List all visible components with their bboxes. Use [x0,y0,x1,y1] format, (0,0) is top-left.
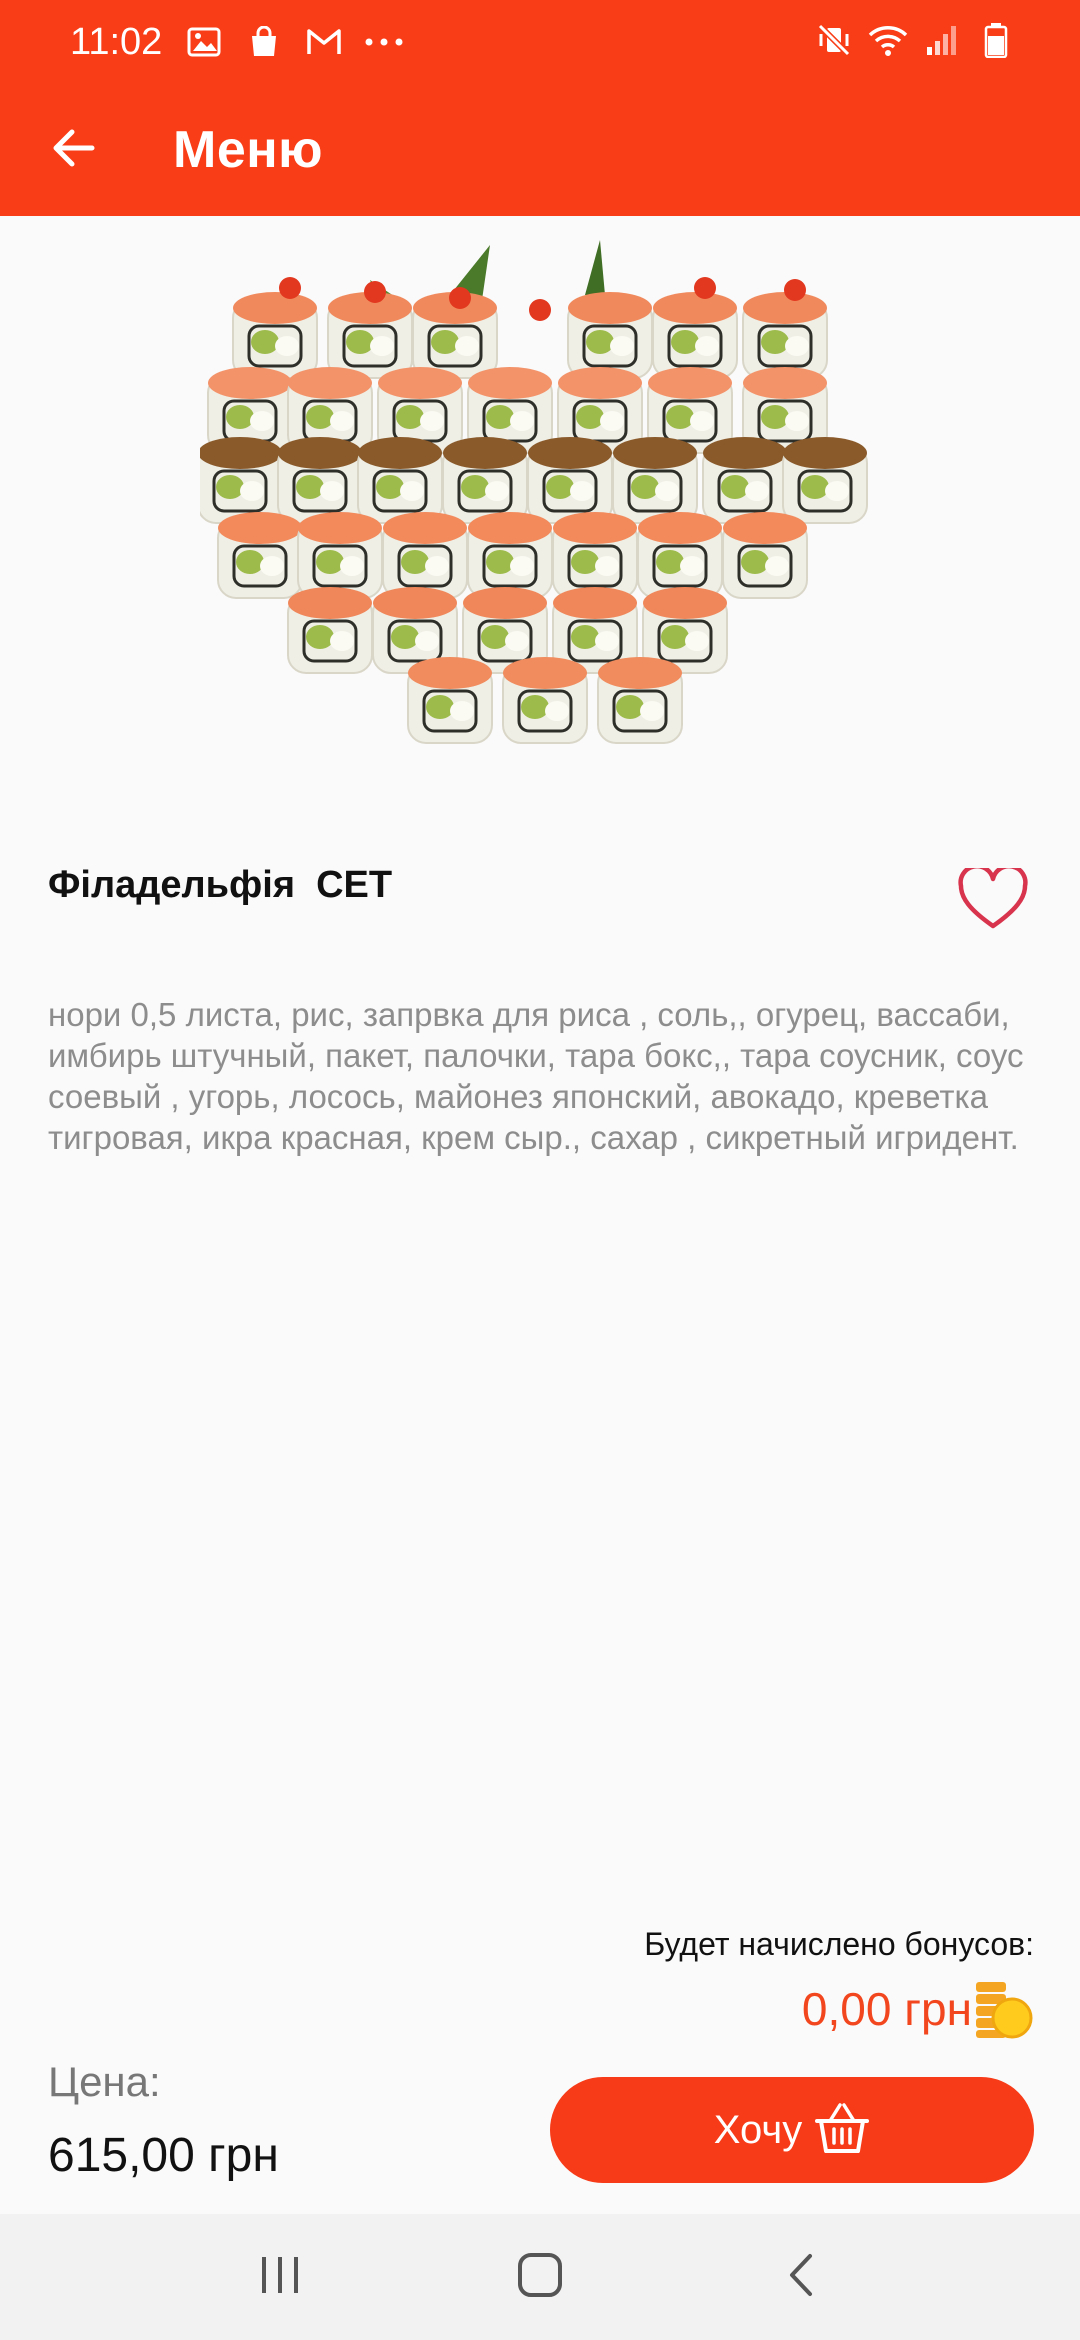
basket-icon [814,2101,870,2160]
home-button[interactable] [495,2232,585,2322]
sushi-roll [612,437,698,524]
caviar-topping [784,279,806,301]
sushi-roll [527,437,613,524]
sushi-roll [567,292,653,379]
sushi-roll [197,437,283,524]
caviar-topping [364,281,386,303]
sushi-roll [637,512,723,599]
signal-icon [922,20,962,60]
caviar-topping [694,277,716,299]
back-button[interactable] [32,108,116,192]
sushi-roll [217,512,303,599]
page-title: Меню [173,121,324,179]
sushi-roll [742,292,828,379]
back-icon [786,2252,814,2303]
status-time: 11:02 [70,20,163,63]
arrow-left-icon [52,128,96,173]
app-bar: Меню [0,84,1080,216]
product-description: нори 0,5 листа, рис, запрвка для риса , … [48,996,1024,1156]
sushi-roll [232,292,318,379]
price-label: Цена: [48,2058,161,2105]
bonus-label: Будет начислено бонусов: [644,1926,1034,1962]
sushi-roll [597,657,683,744]
gmail-icon [304,22,344,62]
status-system-icons [814,20,1016,60]
bonus-value: 0,00 грн [801,1983,972,2035]
sushi-roll [722,512,808,599]
system-nav-bar [0,2214,1080,2340]
status-notification-icons [184,22,404,62]
bonus-row: 0,00 грн [802,1978,1034,2040]
recents-icon [258,2255,302,2300]
sushi-roll [502,657,588,744]
sushi-roll [382,512,468,599]
sushi-roll [442,437,528,524]
sushi-roll [652,292,738,379]
sushi-roll [327,292,413,379]
product-name: Філадельфія СЕТ [48,864,393,906]
shopping-bag-icon [244,22,284,62]
coins-icon [972,1978,1034,2040]
wifi-icon [868,20,908,60]
sushi-roll [277,437,363,524]
price-value: 615,00 грн [48,2129,279,2182]
nav-back-button[interactable] [755,2232,845,2322]
more-dots-icon [364,22,404,62]
sushi-roll [357,437,443,524]
sushi-roll [467,512,553,599]
heart-outline-icon [958,863,1028,934]
sushi-roll [782,437,868,524]
sushi-roll [702,437,788,524]
want-button[interactable]: Хочу [550,2077,1034,2183]
home-icon [517,2252,563,2303]
caviar-topping [279,277,301,299]
status-bar: 11:02 [0,0,1080,84]
sushi-roll [552,512,638,599]
caviar-topping [449,287,471,309]
sushi-roll [297,512,383,599]
sushi-set-image [197,240,890,800]
battery-icon [976,20,1016,60]
product-screen: 11:02 Меню Філадельфія СЕТ нори 0,5 лист… [0,0,1080,2340]
image-icon [184,22,224,62]
mute-vibrate-icon [814,20,854,60]
favorite-button[interactable] [958,863,1032,934]
recents-button[interactable] [235,2232,325,2322]
caviar-topping [529,299,551,321]
sushi-roll [287,587,373,674]
want-button-label: Хочу [713,2107,803,2152]
sushi-roll [407,657,493,744]
